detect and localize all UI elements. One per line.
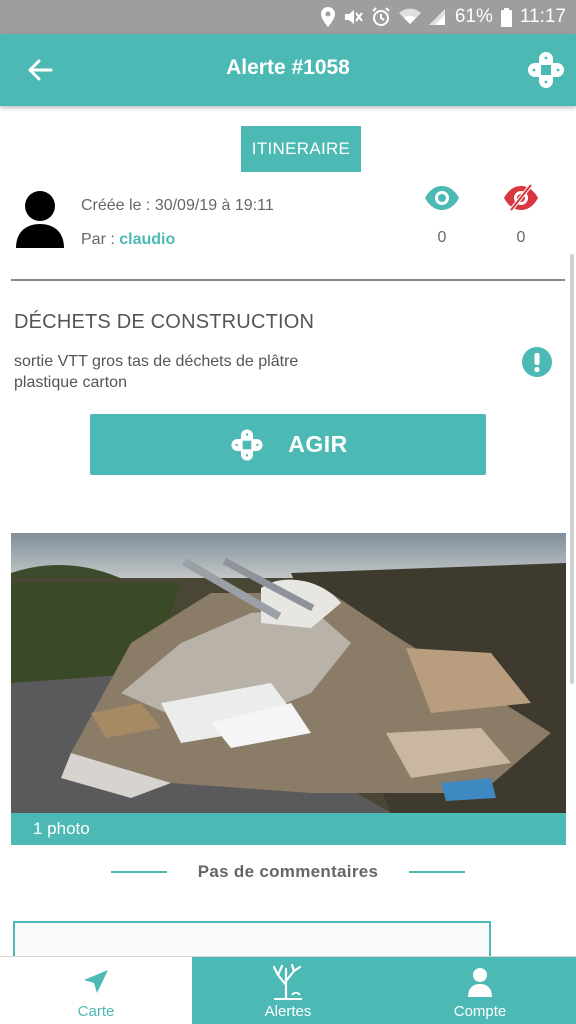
status-bar: 61% 11:17 [0, 0, 576, 34]
alert-description: sortie VTT gros tas de déchets de plâtre… [14, 353, 299, 391]
alert-category: DÉCHETS DE CONSTRUCTION [14, 311, 315, 333]
nav-item-compte[interactable]: Compte [384, 957, 576, 1024]
app-bar: Alerte #1058 [0, 34, 576, 106]
created-date: Créée le : 30/09/19 à 19:11 [81, 197, 274, 214]
author-username[interactable]: claudio [119, 231, 175, 248]
photo-count-bar[interactable]: 1 photo [11, 813, 566, 845]
author-label: Par : [81, 231, 120, 248]
avatar [14, 190, 66, 248]
report-button[interactable] [522, 347, 552, 377]
clock: 11:17 [519, 6, 566, 27]
nav-item-alertes[interactable]: Alertes [192, 957, 384, 1024]
battery-icon [500, 7, 512, 27]
photo-count: 1 photo [33, 819, 90, 838]
act-button[interactable]: AGIR [90, 414, 486, 475]
new-alert-button[interactable] [524, 48, 568, 92]
signal-icon [428, 9, 445, 25]
alarm-icon [371, 7, 391, 27]
dead-tree-icon [272, 963, 302, 1001]
nav-label-alertes: Alertes [264, 1003, 312, 1020]
not-seen-count: 0 [516, 229, 526, 246]
wifi-icon [398, 8, 421, 26]
eye-icon [425, 186, 459, 210]
alert-photo[interactable] [11, 533, 566, 813]
waste-pile-image [11, 533, 566, 813]
seen-count: 0 [437, 229, 447, 246]
bottom-navigation: Carte Alertes Compte [0, 956, 576, 1024]
battery-percent: 61% [454, 6, 493, 27]
itinerary-button[interactable]: ITINERAIRE [241, 126, 361, 172]
mute-icon [343, 8, 363, 26]
act-button-label: AGIR [288, 431, 348, 457]
person-icon [468, 968, 492, 997]
author-line: Par : claudio [81, 231, 175, 249]
location-icon [320, 7, 335, 27]
eye-slash-icon [504, 183, 538, 212]
scrollbar[interactable] [570, 254, 574, 684]
comments-header: Pas de commentaires [0, 858, 576, 886]
divider [409, 871, 465, 873]
bandage-plus-icon [528, 52, 564, 88]
exclamation-icon [522, 347, 552, 377]
divider [11, 279, 565, 281]
page-title: Alerte #1058 [226, 56, 350, 79]
bandage-plus-icon [231, 428, 263, 461]
person-icon [16, 191, 64, 248]
seen-button[interactable] [424, 184, 460, 212]
no-comments-label: Pas de commentaires [197, 862, 379, 881]
nav-label-compte: Compte [453, 1003, 507, 1020]
nav-item-carte[interactable]: Carte [0, 957, 192, 1024]
not-seen-button[interactable] [503, 183, 539, 212]
navigation-arrow-icon [84, 970, 108, 993]
nav-label-carte: Carte [77, 1003, 115, 1020]
